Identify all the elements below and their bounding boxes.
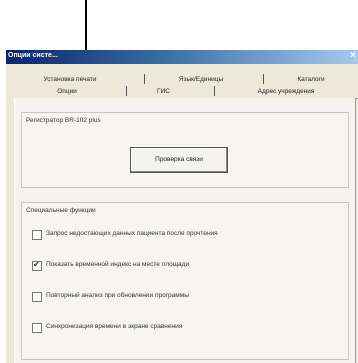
tab-language-units[interactable]: Язык/Единицы — [156, 74, 246, 85]
checkbox[interactable] — [32, 292, 42, 302]
options-dialog: Опции систе... × Установка печати Язык/Е… — [6, 50, 358, 363]
checkbox[interactable] — [32, 230, 42, 240]
options-panel: Регистратор BR-102 plus Проверка связи С… — [14, 98, 356, 363]
option-show-time-index[interactable]: Показать временной индекс на месте площа… — [32, 260, 332, 272]
option-reanalysis-on-update[interactable]: Повторный анализ при обновлении программ… — [32, 291, 332, 303]
tab-separator — [144, 74, 145, 84]
special-functions-title: Специальные функции — [26, 207, 96, 214]
check-connection-button[interactable]: Проверка связи — [130, 147, 228, 173]
tab-options[interactable]: Опции — [42, 86, 92, 97]
tab-print-setup[interactable]: Установка печати — [28, 74, 112, 85]
tab-catalogs[interactable]: Каталоги — [276, 74, 346, 85]
option-label: Запрос недостающих данных пациента после… — [46, 230, 218, 237]
tab-gis[interactable]: ГИС — [136, 86, 191, 97]
option-time-sync[interactable]: Синхронизация времени в экране сравнения — [32, 322, 332, 334]
checkbox[interactable] — [32, 323, 42, 333]
checkbox-checked[interactable] — [32, 260, 42, 271]
titlebar: Опции систе... × — [6, 50, 358, 64]
registrator-group: Регистратор BR-102 plus Проверка связи — [21, 112, 349, 188]
window-title: Опции систе... — [8, 52, 58, 59]
option-label: Показать временной индекс на месте площа… — [46, 261, 190, 268]
registrator-label: Регистратор BR-102 plus — [26, 117, 101, 124]
close-icon[interactable]: × — [350, 50, 356, 61]
tab-institution-address[interactable]: Адрес учреждения — [231, 86, 341, 97]
special-functions-group: Специальные функции Запрос недостающих д… — [21, 202, 349, 360]
tab-separator — [214, 86, 215, 96]
tab-separator — [263, 74, 264, 84]
option-label: Повторный анализ при обновлении программ… — [46, 292, 189, 299]
tab-separator — [126, 86, 127, 96]
option-request-missing-data[interactable]: Запрос недостающих данных пациента после… — [32, 229, 332, 241]
option-label: Синхронизация времени в экране сравнения — [46, 323, 183, 330]
